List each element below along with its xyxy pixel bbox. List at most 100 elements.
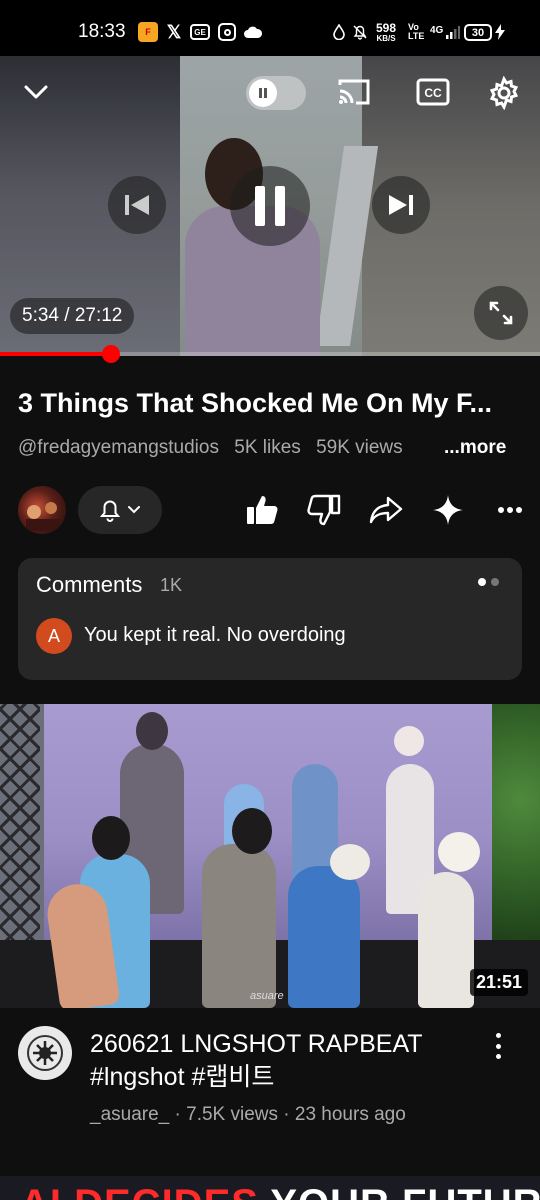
pause-button[interactable] <box>230 166 310 246</box>
drop-icon <box>332 22 346 42</box>
captions-icon: CC <box>416 78 450 106</box>
previous-button[interactable] <box>108 176 166 234</box>
comments-title: Comments <box>36 572 143 597</box>
kebab-dot <box>495 1043 501 1049</box>
performer-head <box>330 844 370 880</box>
next-video-views: 7.5K views <box>186 1104 278 1125</box>
progress-fill <box>0 352 111 356</box>
next-video-meta: _asuare_ · 7.5K views · 23 hours ago <box>90 1104 406 1126</box>
avatar-image <box>26 502 60 531</box>
performer <box>288 866 360 1008</box>
progress-bar[interactable] <box>0 345 540 363</box>
following-video-thumbnail[interactable]: AI DECIDES YOUR FUTURE <box>0 1176 540 1200</box>
trees <box>492 704 540 944</box>
comments-card[interactable]: Comments 1K A You kept it real. No overd… <box>18 558 522 680</box>
performer-head <box>438 832 480 872</box>
pause-icon <box>255 186 285 226</box>
next-video-channel-avatar[interactable] <box>18 1026 72 1080</box>
charging-icon <box>494 22 506 42</box>
banner-text-red: AI DECIDES <box>20 1182 259 1200</box>
battery-indicator: 30 <box>464 24 492 41</box>
thumbnail-watermark: asuare <box>250 990 284 1002</box>
network-type: 4G <box>430 25 444 36</box>
banner-text-white: YOUR FUTURE <box>270 1182 540 1200</box>
share-button[interactable] <box>366 490 406 530</box>
dislike-icon <box>307 494 341 526</box>
more-icon <box>498 507 522 513</box>
top-comment-text: You kept it real. No overdoing <box>84 624 346 646</box>
channel-handle[interactable]: @fredagyemangstudios <box>18 437 219 458</box>
performer <box>418 872 474 1008</box>
current-time: 5:34 <box>22 305 59 326</box>
meta-separator: · <box>283 1104 295 1125</box>
next-video-thumbnail[interactable]: asuare 21:51 <box>0 704 540 1008</box>
comments-pager-dots <box>478 578 499 586</box>
more-link[interactable]: ...more <box>444 437 506 459</box>
minimize-button[interactable] <box>18 74 54 110</box>
chevron-down-icon <box>24 85 48 99</box>
next-video-menu-button[interactable] <box>486 1030 510 1062</box>
app-notification-icon: F <box>138 22 158 42</box>
cast-icon <box>338 79 370 105</box>
autoplay-knob <box>249 79 277 107</box>
cloud-icon <box>243 22 263 42</box>
kebab-dot <box>495 1054 501 1059</box>
meta-separator: · <box>174 1104 187 1125</box>
svg-text:CC: CC <box>424 86 442 100</box>
settings-button[interactable] <box>484 74 524 112</box>
chevron-down-icon <box>128 506 140 514</box>
time-separator: / <box>64 305 75 326</box>
like-count: 5K likes <box>234 437 301 458</box>
share-icon <box>369 496 403 524</box>
performer-head <box>232 808 272 854</box>
dislike-button[interactable] <box>304 490 344 530</box>
screen-figure-head <box>394 726 424 756</box>
ask-button[interactable] <box>428 490 468 530</box>
ghana-news-icon: GE <box>190 24 210 40</box>
settings-icon <box>489 76 519 110</box>
more-actions-button[interactable] <box>490 490 530 530</box>
view-count: 59K views <box>316 437 403 458</box>
previous-icon <box>125 195 149 215</box>
speed-value: 598 <box>376 21 397 35</box>
like-button[interactable] <box>242 490 282 530</box>
performer <box>202 844 276 1008</box>
performer-head <box>92 816 130 860</box>
status-time: 18:33 <box>78 21 126 42</box>
pager-dot-active <box>478 578 486 586</box>
following-video-banner-text: AI DECIDES YOUR FUTURE <box>20 1182 540 1200</box>
speed-unit: KB/S <box>376 34 396 43</box>
next-video-age: 23 hours ago <box>294 1104 406 1125</box>
next-video-title[interactable]: 260621 LNGSHOT RAPBEAT #lngshot #랩비트 <box>90 1028 490 1094</box>
signal-icon <box>446 22 460 42</box>
comments-count: 1K <box>160 575 183 595</box>
video-duration: 27:12 <box>74 305 123 326</box>
cast-button[interactable] <box>334 74 374 110</box>
pager-dot <box>491 578 499 586</box>
kebab-dot <box>495 1033 501 1038</box>
like-icon <box>247 496 278 524</box>
autoplay-toggle[interactable] <box>246 76 306 110</box>
comment-avatar: A <box>36 618 72 654</box>
screen-figure-head <box>136 712 168 750</box>
instagram-icon <box>218 23 236 41</box>
meta-fade <box>400 432 444 462</box>
progress-scrubber[interactable] <box>101 345 120 363</box>
pause-small-icon <box>259 88 267 98</box>
next-video-channel: _asuare_ <box>90 1104 170 1125</box>
time-display: 5:34 / 27:12 <box>10 298 135 334</box>
fullscreen-button[interactable] <box>474 286 528 340</box>
channel-logo <box>27 1035 63 1071</box>
mute-bell-icon <box>352 22 368 42</box>
next-icon <box>389 195 413 215</box>
subscription-bell-button[interactable] <box>78 486 162 534</box>
status-bar: 18:33 F 𝕏 GE 598 KB/S Vo LTE 4G 30 <box>0 0 540 56</box>
captions-button[interactable]: CC <box>414 74 452 110</box>
ask-sparkle-icon <box>433 495 463 525</box>
bell-icon <box>99 500 121 522</box>
channel-avatar[interactable] <box>18 486 66 534</box>
video-meta[interactable]: @fredagyemangstudios 5K likes 59K views <box>18 437 413 459</box>
video-player[interactable]: CC 5:34 / 27:12 <box>0 56 540 356</box>
video-title[interactable]: 3 Things That Shocked Me On My F... <box>18 388 528 419</box>
next-button[interactable] <box>372 176 430 234</box>
